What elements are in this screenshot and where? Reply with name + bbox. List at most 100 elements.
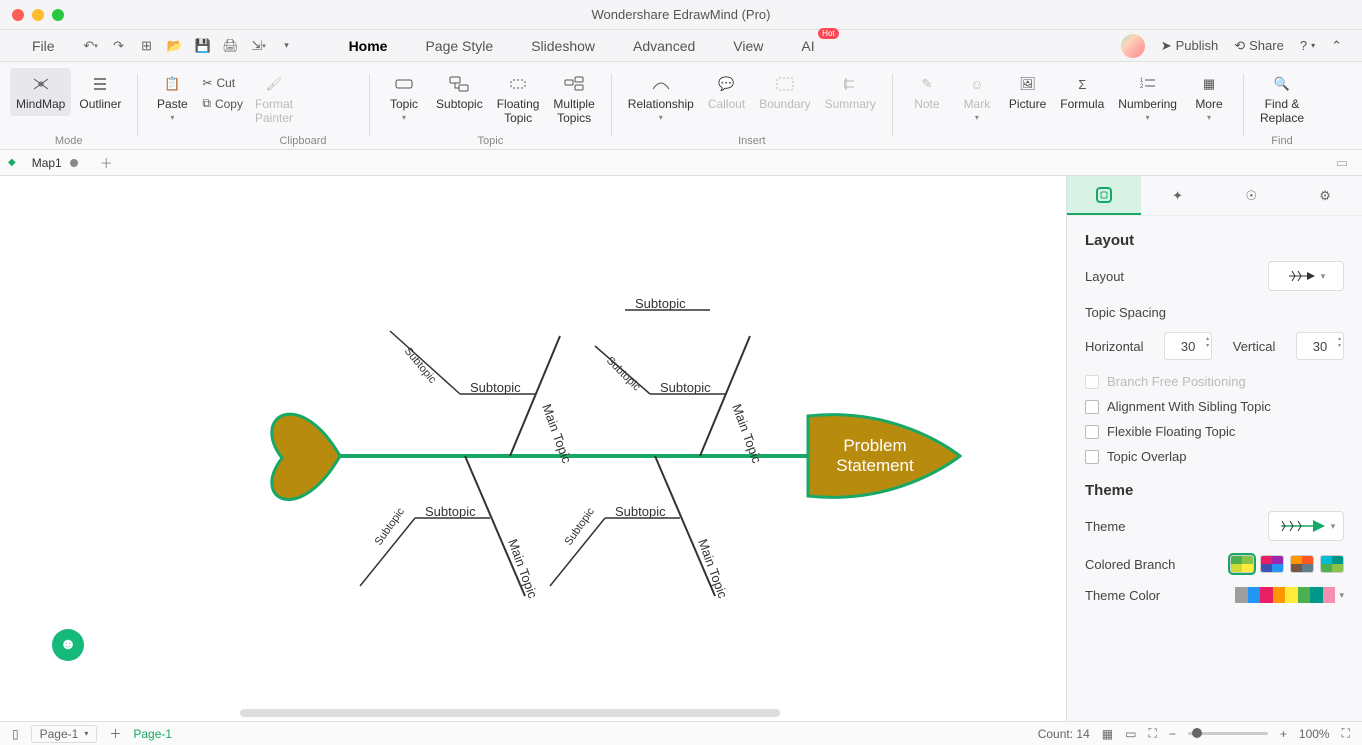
- new-button[interactable]: ⊞: [137, 36, 157, 56]
- close-window-button[interactable]: [12, 9, 24, 21]
- save-button[interactable]: 💾: [193, 36, 213, 56]
- spinner-icon[interactable]: ▴▾: [1206, 335, 1209, 349]
- mindmap-mode-button[interactable]: MindMap: [10, 68, 71, 116]
- active-page-tab[interactable]: Page-1: [133, 727, 172, 741]
- head-text-line2: Statement: [836, 456, 914, 475]
- assistant-fab[interactable]: ☻: [52, 629, 84, 661]
- theme-color-dropdown[interactable]: ▾: [1235, 587, 1344, 603]
- view-mode-2-button[interactable]: ▭: [1125, 727, 1136, 741]
- tab-slideshow[interactable]: Slideshow: [519, 34, 607, 58]
- swatch-4[interactable]: [1320, 555, 1344, 573]
- numbering-button[interactable]: 12 Numbering ▾: [1112, 68, 1183, 126]
- add-tab-button[interactable]: ＋: [94, 153, 119, 172]
- cut-button[interactable]: ✂Cut: [196, 74, 249, 92]
- qat-more-button[interactable]: ▾: [277, 36, 297, 56]
- fit-button[interactable]: ⛶: [1148, 726, 1156, 741]
- horizontal-scrollbar[interactable]: [240, 709, 780, 717]
- redo-button[interactable]: ↷: [109, 36, 129, 56]
- summary-button[interactable]: Summary: [819, 68, 882, 126]
- floating-topic-button[interactable]: Floating Topic: [491, 68, 546, 130]
- bone-lower-1[interactable]: Main Topic Subtopic Subtopic: [360, 456, 541, 601]
- panel-toggle-button[interactable]: ▭: [1330, 155, 1354, 171]
- note-button[interactable]: ✎ Note: [903, 68, 951, 126]
- bone-upper-2[interactable]: Main Topic Subtopic Subtopic Subtopic: [595, 296, 765, 466]
- outliner-label: Outliner: [79, 98, 121, 112]
- topic-label: Topic: [390, 98, 418, 112]
- theme-fishbone-icon: [1277, 517, 1327, 535]
- fullscreen-button[interactable]: ⛶: [1342, 726, 1350, 741]
- tab-advanced[interactable]: Advanced: [621, 34, 707, 58]
- theme-dropdown[interactable]: ▾: [1268, 511, 1344, 541]
- view-mode-1-button[interactable]: ▦: [1102, 727, 1113, 741]
- help-button[interactable]: ?▾: [1300, 38, 1315, 53]
- swatch-2[interactable]: [1260, 555, 1284, 573]
- subtopic-button[interactable]: Subtopic: [430, 68, 489, 130]
- maximize-window-button[interactable]: [52, 9, 64, 21]
- bone-upper-1[interactable]: Main Topic Subtopic Subtopic: [390, 331, 575, 466]
- swatch-1[interactable]: [1230, 555, 1254, 573]
- tab-home[interactable]: Home: [337, 34, 400, 58]
- picture-button[interactable]: 🖼 Picture: [1003, 68, 1052, 126]
- boundary-button[interactable]: Boundary: [753, 68, 816, 126]
- export-button[interactable]: ⇲▾: [249, 36, 269, 56]
- side-tab-mark[interactable]: ☉: [1215, 176, 1289, 215]
- svg-text:Subtopic: Subtopic: [425, 504, 476, 519]
- ribbon-group-find: 🔍 Find & Replace Find: [1250, 62, 1314, 149]
- add-page-button[interactable]: ＋: [109, 725, 121, 742]
- relationship-button[interactable]: Relationship ▾: [622, 68, 700, 126]
- flex-float-checkbox[interactable]: Flexible Floating Topic: [1085, 424, 1344, 439]
- page-layout-icon[interactable]: ▯: [12, 727, 19, 741]
- side-tab-style[interactable]: ✦: [1141, 176, 1215, 215]
- publish-button[interactable]: ➤ Publish: [1161, 38, 1219, 54]
- zoom-in-button[interactable]: +: [1280, 727, 1287, 741]
- find-replace-button[interactable]: 🔍 Find & Replace: [1254, 68, 1310, 130]
- page-selector[interactable]: Page-1 ▾: [31, 725, 98, 743]
- topic-overlap-checkbox[interactable]: Topic Overlap: [1085, 449, 1344, 464]
- bone-lower-2[interactable]: Main Topic Subtopic Subtopic: [550, 456, 731, 601]
- paste-button[interactable]: 📋 Paste ▾: [148, 68, 196, 126]
- align-sibling-checkbox[interactable]: Alignment With Sibling Topic: [1085, 399, 1344, 414]
- zoom-slider[interactable]: [1188, 732, 1268, 735]
- multiple-topics-icon: [564, 72, 584, 96]
- print-button[interactable]: 🖨: [221, 36, 241, 56]
- branch-free-label: Branch Free Positioning: [1107, 374, 1246, 389]
- layout-label: Layout: [1085, 269, 1124, 284]
- sparkle-icon: ✦: [1172, 188, 1183, 204]
- formula-icon: Σ: [1078, 72, 1086, 96]
- mark-button[interactable]: ☺ Mark ▾: [953, 68, 1001, 126]
- side-tab-settings[interactable]: ⚙: [1288, 176, 1362, 215]
- more-button[interactable]: ▦ More ▾: [1185, 68, 1233, 126]
- outliner-mode-button[interactable]: Outliner: [73, 68, 127, 116]
- window-title: Wondershare EdrawMind (Pro): [592, 7, 771, 22]
- file-menu[interactable]: File: [20, 34, 67, 58]
- tab-ai[interactable]: AI Hot: [789, 34, 826, 58]
- formula-button[interactable]: Σ Formula: [1054, 68, 1110, 126]
- layout-dropdown[interactable]: ▾: [1268, 261, 1344, 291]
- topic-button[interactable]: Topic ▾: [380, 68, 428, 130]
- numbering-icon: 12: [1138, 72, 1158, 96]
- boundary-label: Boundary: [759, 98, 810, 112]
- spinner-icon[interactable]: ▴▾: [1338, 335, 1341, 349]
- tab-page-style[interactable]: Page Style: [413, 34, 505, 58]
- group-find-label: Find: [1271, 135, 1292, 147]
- zoom-out-button[interactable]: −: [1169, 727, 1176, 741]
- swatch-3[interactable]: [1290, 555, 1314, 573]
- undo-button[interactable]: ↶▾: [81, 36, 101, 56]
- callout-button[interactable]: 💬 Callout: [702, 68, 751, 126]
- copy-button[interactable]: ⧉Copy: [196, 94, 249, 113]
- doc-tab[interactable]: Map1: [24, 156, 86, 170]
- quick-access-toolbar: ↶▾ ↷ ⊞ 📂 💾 🖨 ⇲▾ ▾: [81, 36, 297, 56]
- doc-tab-label: Map1: [32, 156, 62, 170]
- horizontal-spacing-input[interactable]: 30 ▴▾: [1164, 332, 1212, 360]
- ribbon-group-insert-2: ✎ Note ☺ Mark ▾ 🖼 Picture Σ Formula 12 N…: [899, 62, 1237, 149]
- multiple-topics-button[interactable]: Multiple Topics: [547, 68, 600, 130]
- collapse-ribbon-button[interactable]: ⌃: [1331, 38, 1342, 54]
- minimize-window-button[interactable]: [32, 9, 44, 21]
- vertical-spacing-input[interactable]: 30 ▴▾: [1296, 332, 1344, 360]
- canvas[interactable]: Problem Statement Main Topic Subtopic Su…: [0, 176, 1066, 721]
- open-button[interactable]: 📂: [165, 36, 185, 56]
- tab-view[interactable]: View: [721, 34, 775, 58]
- avatar[interactable]: [1121, 34, 1145, 58]
- side-tab-layout[interactable]: [1067, 176, 1141, 215]
- share-button[interactable]: ⟲ Share: [1234, 38, 1284, 54]
